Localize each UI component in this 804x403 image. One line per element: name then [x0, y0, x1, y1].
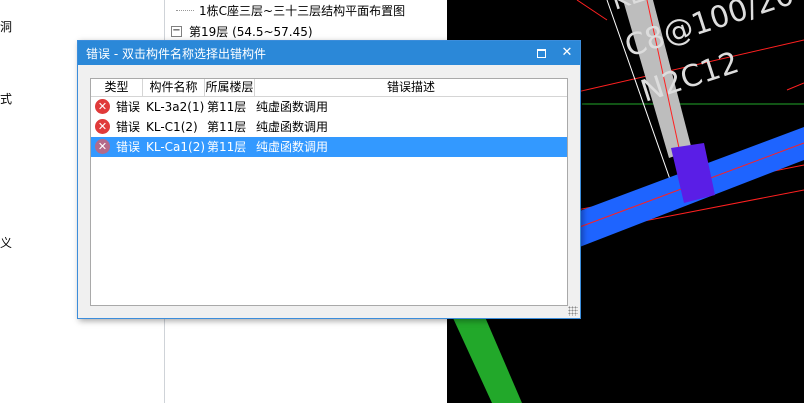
- column-header-floor[interactable]: 所属楼层: [205, 79, 255, 96]
- cell-type: 错误: [116, 140, 141, 154]
- table-row[interactable]: ✕ 错误 KL-3a2(1) 第11层 纯虚函数调用: [91, 97, 567, 117]
- left-label-1: 洞: [0, 20, 13, 34]
- table-row-selected[interactable]: ✕ 错误 KL-Ca1(2) 第11层 纯虚函数调用: [91, 137, 567, 157]
- cell-description: 纯虚函数调用: [256, 100, 329, 114]
- error-icon: ✕: [95, 119, 110, 134]
- error-icon: ✕: [95, 99, 110, 114]
- cell-type: 错误: [116, 120, 141, 134]
- cell-name[interactable]: KL-Ca1(2): [146, 137, 205, 157]
- cell-description: 纯虚函数调用: [256, 120, 329, 134]
- cell-name[interactable]: KL-3a2(1): [146, 97, 204, 117]
- table-row[interactable]: ✕ 错误 KL-C1(2) 第11层 纯虚函数调用: [91, 117, 567, 137]
- left-label-3: 义: [0, 236, 13, 250]
- maximize-button[interactable]: [530, 41, 552, 65]
- green-beam: [453, 310, 522, 403]
- cell-floor: 第11层: [207, 140, 247, 154]
- cell-name[interactable]: KL-C1(2): [146, 117, 198, 137]
- column-header-type[interactable]: 类型: [91, 79, 143, 96]
- collapse-icon[interactable]: −: [171, 26, 182, 37]
- cell-type: 错误: [116, 100, 141, 114]
- close-button[interactable]: ✕: [556, 41, 578, 65]
- cell-floor: 第11层: [207, 120, 247, 134]
- column-header-description[interactable]: 错误描述: [255, 79, 567, 96]
- dialog-titlebar[interactable]: 错误 - 双击构件名称选择出错构件 ✕: [78, 41, 580, 65]
- red-line: [576, 0, 608, 21]
- left-label-2: 式: [0, 92, 13, 106]
- tree-item-label: 1栋C座三层~三十三层结构平面布置图: [199, 4, 406, 18]
- column-header-name[interactable]: 构件名称: [143, 79, 205, 96]
- red-line: [786, 82, 804, 91]
- maximize-icon: [536, 49, 546, 58]
- tree-node-label: 第19层 (54.5~57.45): [189, 25, 313, 39]
- error-icon: ✕: [95, 139, 110, 154]
- dialog-title: 错误 - 双击构件名称选择出错构件: [86, 47, 266, 61]
- cell-floor: 第11层: [207, 100, 247, 114]
- close-icon: ✕: [561, 45, 573, 60]
- list-header: 类型 构件名称 所属楼层 错误描述: [91, 79, 567, 97]
- error-list[interactable]: 类型 构件名称 所属楼层 错误描述 ✕ 错误 KL-3a2(1) 第11层 纯虚…: [90, 78, 568, 306]
- cell-description: 纯虚函数调用: [256, 140, 329, 154]
- resize-grip[interactable]: [568, 306, 578, 316]
- error-dialog[interactable]: 错误 - 双击构件名称选择出错构件 ✕ 类型 构件名称 所属楼层 错误描述 ✕ …: [77, 40, 581, 319]
